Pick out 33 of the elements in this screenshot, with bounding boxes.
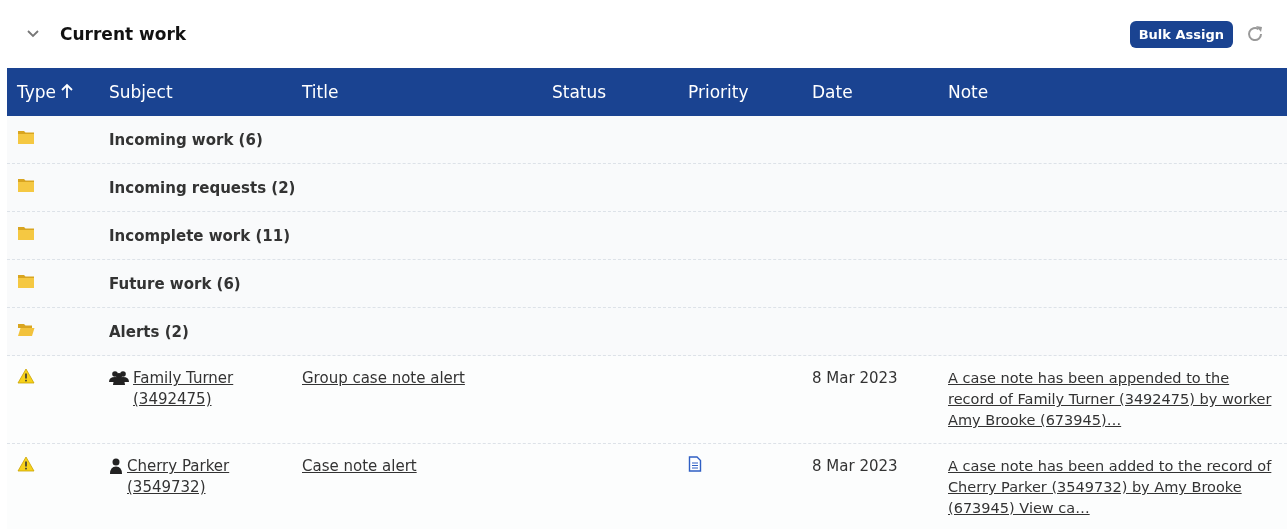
column-header[interactable]: Note	[936, 82, 1276, 102]
title-link[interactable]: Case note alert	[302, 456, 417, 477]
refresh-icon[interactable]	[1245, 24, 1265, 44]
column-header[interactable]: Status	[540, 82, 676, 102]
subject-link[interactable]: Family Turner (3492475)	[133, 368, 290, 410]
group-label[interactable]: Incoming work (6)	[97, 130, 263, 149]
group-label[interactable]: Incomplete work (11)	[97, 226, 291, 245]
column-header[interactable]: Title	[290, 82, 540, 102]
column-header[interactable]: Date	[800, 82, 936, 102]
subject-link[interactable]: Cherry Parker (3549732)	[127, 456, 290, 498]
date-cell-text: 8 Mar 2023	[811, 368, 899, 389]
group-label[interactable]: Incoming requests (2)	[97, 178, 296, 197]
column-header[interactable]: Type	[7, 82, 97, 102]
folder-icon[interactable]	[17, 322, 35, 337]
column-header[interactable]: Subject	[97, 82, 290, 102]
folder-icon[interactable]	[17, 226, 35, 241]
document-icon[interactable]	[688, 456, 702, 472]
bulk-assign-button[interactable]: Bulk Assign	[1129, 20, 1233, 48]
section-title: Current work	[60, 24, 187, 44]
title-link[interactable]: Group case note alert	[302, 368, 465, 389]
folder-icon[interactable]	[17, 178, 35, 193]
warning-icon	[17, 368, 35, 384]
person-icon	[109, 458, 123, 474]
group-label[interactable]: Future work (6)	[97, 274, 241, 293]
warning-icon	[17, 456, 35, 472]
folder-icon[interactable]	[17, 274, 35, 289]
date-cell-text: 8 Mar 2023	[811, 456, 899, 477]
folder-icon[interactable]	[17, 130, 35, 145]
column-header[interactable]: Priority	[676, 82, 800, 102]
note-link[interactable]: A case note has been added to the record of Cherry Parker (3549732) by Amy Brooke (673945) View ca…	[948, 456, 1272, 519]
note-link[interactable]: A case note has been appended to the record of Family Turner (3492475) by worker Amy Brooke (673945)…	[948, 368, 1272, 431]
people-group-icon	[109, 370, 129, 386]
group-label[interactable]: Alerts (2)	[97, 322, 189, 341]
